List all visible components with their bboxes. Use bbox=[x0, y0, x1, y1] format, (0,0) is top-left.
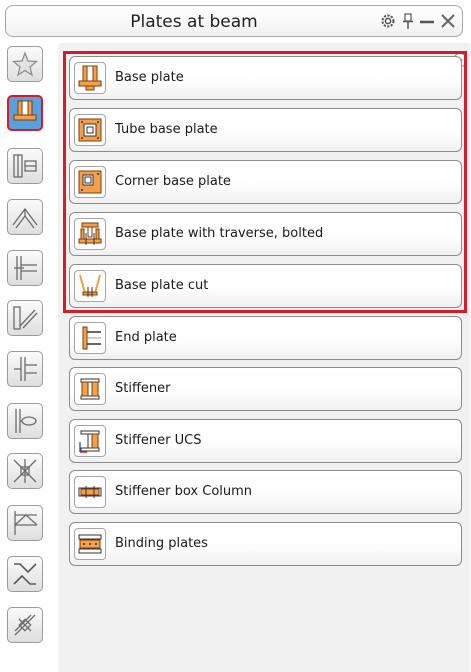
sidebar-frame-apex[interactable] bbox=[7, 199, 43, 235]
sidebar-t-connection[interactable] bbox=[7, 351, 43, 387]
tools-icon bbox=[11, 611, 39, 639]
list-item-stiffener-box-column[interactable]: Stiffener box Column bbox=[69, 470, 462, 514]
bracing-icon bbox=[11, 304, 39, 332]
list-item-base-plate-traverse[interactable]: Base plate with traverse, bolted bbox=[69, 212, 462, 256]
sidebar-pipe-connection[interactable] bbox=[7, 403, 43, 439]
stiffener-box-column-icon bbox=[74, 476, 106, 508]
list-item-label: Base plate cut bbox=[115, 278, 209, 293]
list-item-corner-base-plate[interactable]: Corner base plate bbox=[69, 160, 462, 204]
list-item-label: Base plate with traverse, bolted bbox=[115, 226, 324, 241]
list-item-base-plate[interactable]: Base plate bbox=[69, 56, 462, 100]
cross-bracing-icon bbox=[11, 457, 39, 485]
list-item-label: Stiffener box Column bbox=[115, 484, 253, 499]
corner-base-plate-icon bbox=[74, 166, 106, 198]
sidebar-plates-at-beam[interactable] bbox=[7, 95, 43, 131]
end-plate-icon bbox=[74, 322, 106, 354]
pin-icon[interactable] bbox=[402, 12, 414, 30]
minimize-icon[interactable] bbox=[419, 12, 435, 30]
list-item-stiffener[interactable]: Stiffener bbox=[69, 367, 462, 411]
list-item-binding-plates[interactable]: Binding plates bbox=[69, 522, 462, 566]
base-plate-cut-icon bbox=[74, 270, 106, 302]
tube-base-plate-icon bbox=[74, 114, 106, 146]
stiffener-ucs-icon bbox=[74, 425, 106, 457]
sidebar-bracing[interactable] bbox=[7, 300, 43, 336]
list-item-label: Base plate bbox=[115, 70, 184, 85]
list-item-label: Stiffener UCS bbox=[115, 433, 202, 448]
base-plate-icon bbox=[74, 62, 106, 94]
list-item-label: Corner base plate bbox=[115, 174, 231, 189]
favorites-star-icon bbox=[12, 51, 38, 77]
sidebar-truss[interactable] bbox=[7, 505, 43, 541]
close-icon[interactable] bbox=[440, 12, 456, 30]
plates-at-beam-icon bbox=[11, 99, 39, 127]
gear-icon[interactable] bbox=[379, 12, 397, 30]
title-bar: Plates at beam bbox=[5, 5, 463, 37]
list-item-label: Binding plates bbox=[115, 536, 208, 551]
list-item-label: Tube base plate bbox=[115, 122, 218, 137]
frame-apex-icon bbox=[11, 203, 39, 231]
stiffener-icon bbox=[74, 373, 106, 405]
sidebar-cross-bracing[interactable] bbox=[7, 453, 43, 489]
list-item-label: End plate bbox=[115, 330, 177, 345]
truss-icon bbox=[11, 509, 39, 537]
list-item-end-plate[interactable]: End plate bbox=[69, 316, 462, 360]
stair-icon bbox=[11, 560, 39, 588]
sidebar-stair[interactable] bbox=[7, 556, 43, 592]
pipe-connection-icon bbox=[11, 407, 39, 435]
sidebar-favorites[interactable] bbox=[7, 46, 43, 82]
base-plate-traverse-icon bbox=[74, 218, 106, 250]
list-item-tube-base-plate[interactable]: Tube base plate bbox=[69, 108, 462, 152]
sidebar-tools[interactable] bbox=[7, 607, 43, 643]
list-item-base-plate-cut[interactable]: Base plate cut bbox=[69, 264, 462, 308]
window-title: Plates at beam bbox=[130, 12, 258, 32]
beam-connection-icon bbox=[11, 152, 39, 180]
sidebar-beam-connection[interactable] bbox=[7, 148, 43, 184]
t-connection-icon bbox=[11, 355, 39, 383]
binding-plates-icon bbox=[74, 528, 106, 560]
list-item-stiffener-ucs[interactable]: Stiffener UCS bbox=[69, 419, 462, 463]
title-bar-controls bbox=[379, 11, 456, 31]
beam-column-joint-icon bbox=[11, 254, 39, 282]
list-item-label: Stiffener bbox=[115, 381, 171, 396]
sidebar-beam-column-joint[interactable] bbox=[7, 250, 43, 286]
